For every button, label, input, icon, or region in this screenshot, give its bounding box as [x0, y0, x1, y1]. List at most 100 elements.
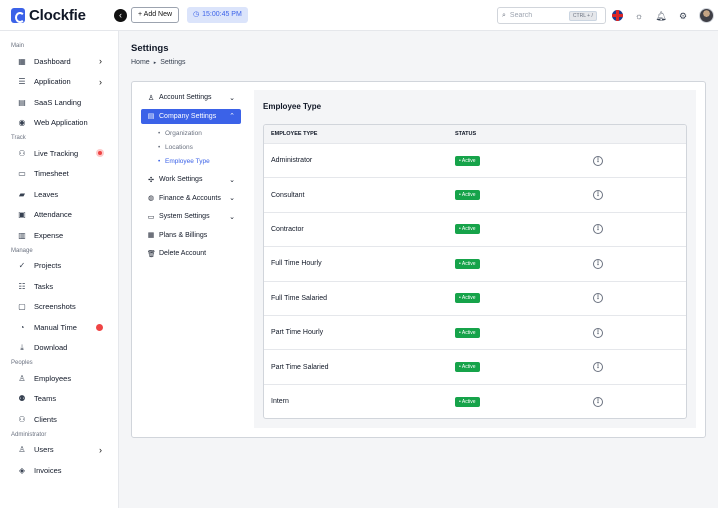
timer-display[interactable]: ◷ 15:00:45 PM	[187, 7, 248, 23]
more-options-icon[interactable]: ⋮	[593, 396, 603, 407]
menu-work-settings[interactable]: ✣ Work Settings ⌄	[141, 172, 241, 187]
sidebar-item-application[interactable]: ☰ Application ›	[0, 72, 118, 93]
sidebar-item-timesheet[interactable]: ▭ Timesheet	[0, 164, 118, 185]
status-badge: • Active	[455, 258, 480, 269]
table-row: Consultant • Active ⋮	[264, 178, 686, 213]
more-options-icon[interactable]: ⋮	[593, 258, 603, 269]
table-row: Part Time Salaried • Active ⋮	[264, 350, 686, 385]
submenu-organization[interactable]: Organization	[141, 127, 241, 141]
finance-icon: ◍	[147, 195, 155, 202]
invoice-icon: ◈	[18, 465, 26, 475]
employee-type-name: Intern	[271, 398, 289, 406]
sun-icon[interactable]: ☼	[633, 9, 645, 23]
clock-icon: ◔	[19, 322, 25, 332]
employee-type-name: Full Time Salaried	[271, 294, 328, 302]
menu-label: Finance & Accounts	[159, 194, 221, 202]
employee-type-name: Consultant	[271, 191, 305, 199]
employee-type-name: Administrator	[271, 157, 313, 165]
more-options-icon[interactable]: ⋮	[593, 362, 603, 373]
language-flag-icon[interactable]	[612, 10, 623, 21]
status-badge: • Active	[455, 327, 480, 338]
sidebar-item-label: Live Tracking	[34, 148, 79, 158]
submenu-employee-type[interactable]: Employee Type	[141, 155, 241, 169]
work-icon: ✣	[148, 176, 154, 184]
breadcrumb-home[interactable]: Home	[131, 59, 150, 66]
trash-icon: 🗑︎	[147, 250, 156, 258]
sidebar-item-live-tracking[interactable]: ⚇ Live Tracking	[0, 143, 118, 164]
gear-icon[interactable]: ⚙	[677, 9, 689, 23]
add-new-button[interactable]: + Add New	[131, 7, 180, 23]
more-options-icon[interactable]: ⋮	[593, 327, 603, 338]
sidebar-item-web-application[interactable]: ◉ Web Application	[0, 113, 118, 134]
sidebar-item-label: Timesheet	[34, 169, 69, 179]
submenu-locations[interactable]: Locations	[141, 141, 241, 155]
menu-label: System Settings	[159, 213, 210, 220]
employee-type-name: Part Time Salaried	[271, 363, 329, 371]
user-activity-icon: ⚇	[18, 148, 26, 158]
sidebar-item-invoices[interactable]: ◈ Invoices	[0, 460, 118, 481]
status-badge: • Active	[455, 293, 480, 304]
breadcrumb-current: Settings	[160, 59, 186, 66]
submenu-label: Employee Type	[165, 158, 210, 165]
more-options-icon[interactable]: ⋮	[593, 190, 603, 201]
menu-finance-accounts[interactable]: ◍ Finance & Accounts ⌄	[141, 191, 241, 206]
more-options-icon[interactable]: ⋮	[593, 155, 603, 166]
top-bar: Clockfie ‹ + Add New ◷ 15:00:45 PM ⌕ CTR…	[0, 0, 718, 31]
menu-company-settings[interactable]: ▤ Company Settings ⌃	[141, 108, 241, 124]
more-options-icon[interactable]: ⋮	[593, 224, 603, 235]
sidebar-item-label: Manual Time	[34, 322, 77, 332]
sidebar-item-download[interactable]: ⤓ Download	[0, 338, 118, 359]
sidebar-item-manual-time[interactable]: ◔ Manual Time	[0, 317, 118, 338]
section-title-track: Track	[11, 135, 26, 141]
menu-delete-account[interactable]: 🗑︎ Delete Account	[141, 246, 241, 261]
search-box[interactable]: ⌕ CTRL + /	[497, 7, 606, 24]
chevron-down-icon: ⌄	[229, 176, 235, 184]
submenu-label: Organization	[165, 130, 202, 137]
clock-icon: ◷	[193, 11, 200, 18]
user-avatar[interactable]	[699, 8, 714, 23]
app-logo[interactable]: Clockfie	[11, 7, 86, 24]
sidebar-item-saas-landing[interactable]: ▤ SaaS Landing	[0, 92, 118, 113]
sidebar-item-attendance[interactable]: ▣ Attendance	[0, 205, 118, 226]
status-text: Active	[461, 260, 476, 267]
sidebar-item-dashboard[interactable]: ▦ Dashboard ›	[0, 51, 118, 72]
sidebar-item-expense[interactable]: ▥ Expense	[0, 225, 118, 246]
status-cell: • Active	[455, 190, 593, 201]
sidebar-item-clients[interactable]: ⚇ Clients	[0, 409, 118, 430]
menu-label: Company Settings	[159, 112, 217, 120]
section-title-administrator: Administrator	[11, 431, 47, 438]
chevron-right-icon: ›	[99, 56, 102, 67]
timer-value: 15:00:45 PM	[202, 11, 242, 18]
sidebar-item-screenshots[interactable]: ▢ Screenshots	[0, 297, 118, 318]
sidebar-item-users[interactable]: ♙ Users ›	[0, 440, 118, 461]
status-badge: • Active	[455, 396, 480, 407]
sidebar-item-label: SaaS Landing	[34, 97, 82, 107]
employee-type-name: Full Time Hourly	[271, 260, 322, 268]
billing-icon: ▦	[147, 232, 155, 239]
sidebar-item-tasks[interactable]: ☷ Tasks	[0, 276, 118, 297]
column-header-status: STATUS	[455, 131, 477, 137]
menu-plans-billings[interactable]: ▦ Plans & Billings	[141, 228, 241, 243]
menu-account-settings[interactable]: ♙ Account Settings ⌄	[141, 90, 241, 105]
status-cell: • Active	[455, 224, 593, 235]
collapse-sidebar-button[interactable]: ‹	[114, 9, 127, 22]
building-icon: ▤	[147, 113, 155, 120]
grid-icon: ▦	[18, 56, 26, 66]
sidebar-item-label: Screenshots	[34, 302, 76, 312]
sidebar-item-projects[interactable]: ✓ Projects	[0, 256, 118, 277]
status-cell: • Active	[455, 396, 593, 407]
sidebar-item-employees[interactable]: ♙ Employees	[0, 368, 118, 389]
bell-icon[interactable]: 🔔︎	[655, 9, 667, 23]
more-options-icon[interactable]: ⋮	[593, 293, 603, 304]
status-cell: • Active	[455, 258, 593, 269]
user-gear-icon: ♙	[147, 94, 155, 102]
menu-label: Plans & Billings	[159, 231, 208, 239]
sidebar-item-leaves[interactable]: ▰ Leaves	[0, 184, 118, 205]
search-input[interactable]	[509, 12, 565, 19]
employee-type-name: Contractor	[271, 225, 304, 233]
timesheet-icon: ▭	[18, 169, 26, 179]
menu-system-settings[interactable]: ▭ System Settings ⌄	[141, 209, 241, 224]
sidebar-item-teams[interactable]: ⚉ Teams	[0, 389, 118, 410]
page-title: Settings	[131, 43, 169, 54]
breadcrumb-separator-icon: ▸	[153, 59, 157, 66]
